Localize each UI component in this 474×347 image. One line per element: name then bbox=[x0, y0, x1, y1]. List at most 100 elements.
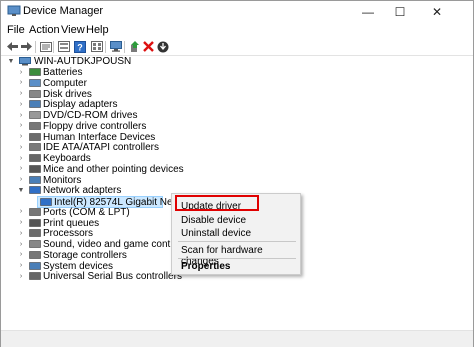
expand-chevron-icon[interactable]: › bbox=[17, 154, 25, 162]
tree-item-label: Monitors bbox=[43, 174, 82, 186]
tree-root-label: WIN-AUTDKJPOUSN bbox=[34, 56, 132, 67]
device-manager-icon bbox=[7, 5, 21, 16]
back-icon[interactable] bbox=[6, 40, 19, 53]
properties-icon[interactable] bbox=[39, 40, 52, 53]
tree-category-monitors[interactable]: › Monitors bbox=[17, 175, 177, 186]
expand-chevron-icon[interactable]: › bbox=[17, 208, 25, 216]
collapse-chevron-icon[interactable]: ▼ bbox=[17, 186, 25, 194]
tree-category-network-adapters[interactable]: ▼ Network adapters bbox=[17, 185, 177, 196]
tree-category-storage-controllers[interactable]: › Storage controllers bbox=[17, 250, 177, 261]
toolbar-separator bbox=[105, 41, 106, 53]
minimize-button[interactable]: — bbox=[353, 1, 383, 23]
tree-item-label: System devices bbox=[43, 260, 114, 272]
toolbar-separator bbox=[124, 41, 125, 53]
uninstall-icon[interactable] bbox=[142, 40, 155, 53]
keyboard-icon bbox=[29, 154, 41, 162]
tree-item-label: Network adapters bbox=[43, 185, 122, 197]
expand-chevron-icon[interactable]: › bbox=[17, 68, 25, 76]
expand-chevron-icon[interactable]: › bbox=[17, 143, 25, 151]
tree-category-system-devices[interactable]: › System devices bbox=[17, 261, 177, 272]
tree-category-universal-serial-bus-controllers[interactable]: › Universal Serial Bus controllers bbox=[17, 271, 182, 282]
expand-chevron-icon[interactable]: › bbox=[17, 219, 25, 227]
disable-device-menu-item[interactable]: Disable device bbox=[181, 215, 246, 226]
sound-icon bbox=[29, 240, 41, 248]
maximize-button[interactable]: ☐ bbox=[385, 1, 415, 23]
display-icon bbox=[29, 100, 41, 109]
tree-item-label: Computer bbox=[43, 77, 87, 89]
update-driver-icon[interactable] bbox=[128, 40, 141, 53]
expand-chevron-icon[interactable]: › bbox=[17, 165, 25, 173]
view-icon[interactable] bbox=[90, 40, 103, 53]
tree-category-mice-and-other-pointing-devices[interactable]: › Mice and other pointing devices bbox=[17, 164, 184, 175]
download-icon[interactable] bbox=[156, 40, 169, 53]
network-icon bbox=[29, 186, 41, 195]
show-hidden-icon[interactable] bbox=[57, 40, 70, 53]
uninstall-device-menu-item[interactable]: Uninstall device bbox=[181, 228, 251, 239]
tree-root[interactable]: ▼ WIN-AUTDKJPOUSN bbox=[7, 56, 132, 67]
tree-item-label: Disk drives bbox=[43, 88, 92, 100]
tree-item-label: Ports (COM & LPT) bbox=[43, 206, 130, 218]
tree-item-label: Keyboards bbox=[43, 153, 91, 164]
tree-item-label: Batteries bbox=[43, 67, 83, 78]
expand-chevron-icon[interactable]: › bbox=[17, 133, 25, 141]
tree-category-dvd-cd-rom-drives[interactable]: › DVD/CD-ROM drives bbox=[17, 110, 177, 121]
menu-view[interactable]: View bbox=[61, 24, 85, 36]
tree-category-ide-ata-atapi-controllers[interactable]: › IDE ATA/ATAPI controllers bbox=[17, 142, 177, 153]
expand-chevron-icon[interactable]: › bbox=[17, 229, 25, 237]
svg-text:?: ? bbox=[77, 42, 83, 52]
expand-chevron-icon[interactable]: › bbox=[17, 79, 25, 87]
tree-item-label: DVD/CD-ROM drives bbox=[43, 110, 138, 121]
menu-help[interactable]: Help bbox=[86, 24, 109, 36]
printer-icon bbox=[29, 218, 41, 227]
expand-chevron-icon[interactable]: › bbox=[17, 122, 25, 130]
tree-category-sound-video-and-game-controllers[interactable]: › Sound, video and game controllers bbox=[17, 239, 198, 250]
properties-menu-item[interactable]: Properties bbox=[181, 261, 230, 272]
forward-icon[interactable] bbox=[20, 40, 33, 53]
menu-separator bbox=[178, 241, 296, 242]
computer-icon bbox=[29, 78, 41, 87]
tree-category-computer[interactable]: › Computer bbox=[17, 78, 177, 89]
tree-item-label: Display adapters bbox=[43, 99, 118, 111]
status-bar bbox=[1, 330, 473, 347]
toolbar: ? bbox=[1, 39, 473, 56]
collapse-chevron-icon[interactable]: ▼ bbox=[7, 57, 15, 65]
expand-chevron-icon[interactable]: › bbox=[17, 262, 25, 270]
tree-category-human-interface-devices[interactable]: › Human Interface Devices bbox=[17, 132, 177, 143]
tree-item-label: Universal Serial Bus controllers bbox=[43, 271, 182, 283]
computer-icon[interactable] bbox=[109, 40, 122, 53]
tree-category-ports-com-lpt[interactable]: › Ports (COM & LPT) bbox=[17, 207, 177, 218]
expand-chevron-icon[interactable]: › bbox=[17, 100, 25, 108]
expand-chevron-icon[interactable]: › bbox=[17, 240, 25, 248]
system-icon bbox=[29, 261, 41, 270]
hid-icon bbox=[29, 132, 41, 141]
tree-item-label: Storage controllers bbox=[43, 249, 127, 261]
battery-icon bbox=[29, 68, 41, 76]
tree-category-display-adapters[interactable]: › Display adapters bbox=[17, 99, 177, 110]
usb-icon bbox=[29, 272, 41, 281]
ide-icon bbox=[29, 143, 41, 152]
tree-item-label: IDE ATA/ATAPI controllers bbox=[43, 142, 159, 154]
expand-chevron-icon[interactable]: › bbox=[17, 176, 25, 184]
menu-separator bbox=[178, 258, 296, 259]
expand-chevron-icon[interactable]: › bbox=[17, 272, 25, 280]
menu-file[interactable]: File bbox=[7, 24, 25, 36]
tree-item-label: Mice and other pointing devices bbox=[43, 163, 184, 175]
tree-category-print-queues[interactable]: › Print queues bbox=[17, 218, 177, 229]
menu-action[interactable]: Action bbox=[29, 24, 60, 36]
disk-icon bbox=[29, 89, 41, 98]
expand-chevron-icon[interactable]: › bbox=[17, 111, 25, 119]
expand-chevron-icon[interactable]: › bbox=[17, 251, 25, 259]
expand-chevron-icon[interactable]: › bbox=[17, 90, 25, 98]
menu-bar: File Action View Help bbox=[1, 23, 473, 39]
floppy-icon bbox=[29, 121, 41, 130]
help-icon[interactable]: ? bbox=[73, 40, 86, 53]
update-driver-highlight bbox=[175, 195, 259, 211]
close-button[interactable]: ✕ bbox=[417, 1, 457, 23]
tree-category-keyboards[interactable]: › Keyboards bbox=[17, 153, 177, 164]
tree-category-processors[interactable]: › Processors bbox=[17, 228, 177, 239]
window-title: Device Manager bbox=[23, 5, 104, 17]
tree-category-batteries[interactable]: › Batteries bbox=[17, 67, 177, 78]
tree-category-floppy-drive-controllers[interactable]: › Floppy drive controllers bbox=[17, 121, 177, 132]
network-card-icon bbox=[40, 198, 52, 206]
tree-category-disk-drives[interactable]: › Disk drives bbox=[17, 89, 177, 100]
